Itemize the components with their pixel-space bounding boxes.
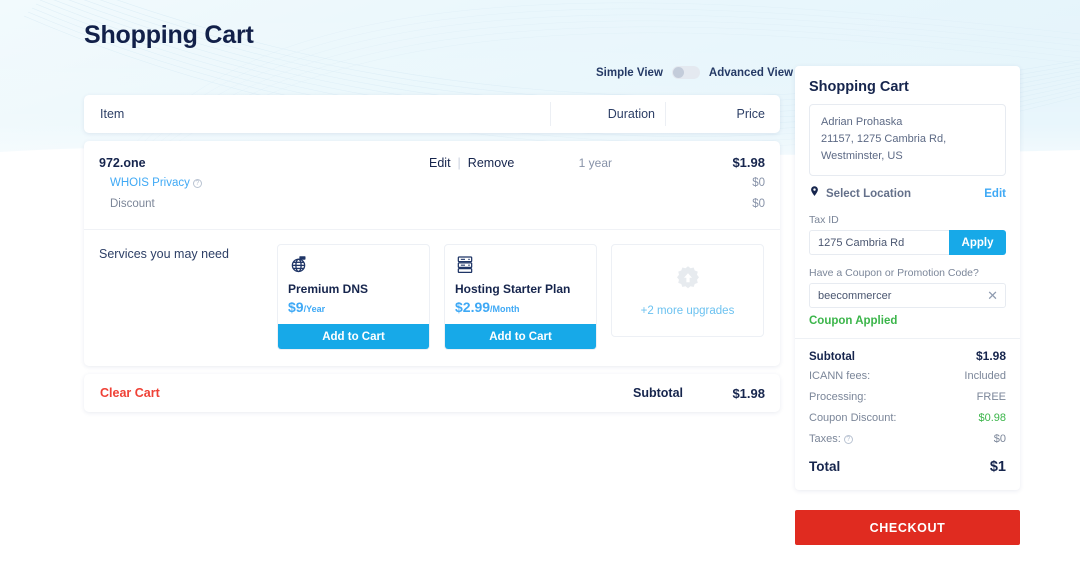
- cart-items-card: 972.one Edit | Remove 1 year $1.98 WHOIS…: [84, 141, 780, 366]
- summary-value: Included: [964, 370, 1006, 382]
- select-location-label: Select Location: [826, 188, 984, 200]
- more-upgrades-label[interactable]: +2 more upgrades: [641, 305, 735, 317]
- summary-row-subtotal: Subtotal $1.98: [809, 349, 1006, 370]
- cart-item-price: $1.98: [665, 155, 765, 170]
- edit-location-link[interactable]: Edit: [984, 188, 1006, 200]
- footer-subtotal-value: $1.98: [707, 386, 765, 401]
- summary-value: $0: [994, 433, 1006, 445]
- total-value: $1: [990, 459, 1006, 475]
- select-location-row[interactable]: Select Location Edit: [795, 176, 1020, 214]
- info-icon[interactable]: ?: [844, 435, 853, 444]
- sidebar-title: Shopping Cart: [795, 66, 1020, 104]
- column-header-item: Item: [84, 107, 550, 121]
- billing-address-box: Adrian Prohaska 21157, 1275 Cambria Rd, …: [809, 104, 1006, 176]
- page-title: Shopping Cart: [84, 21, 254, 50]
- cart-item-actions: Edit | Remove: [429, 156, 539, 170]
- more-upgrades-card[interactable]: +2 more upgrades: [611, 244, 764, 337]
- upsell-section: Services you may need: [84, 229, 780, 366]
- upsell-price-period: /Year: [304, 304, 326, 314]
- summary-row-coupon-discount: Coupon Discount: $0.98: [809, 412, 1006, 433]
- upsell-card-premium-dns[interactable]: Premium DNS $9/Year Add to Cart: [277, 244, 430, 350]
- total-label: Total: [809, 459, 990, 474]
- summary-row-icann-fees: ICANN fees: Included: [809, 370, 1006, 391]
- summary-row-processing: Processing: FREE: [809, 391, 1006, 412]
- cart-footer: Clear Cart Subtotal $1.98: [84, 374, 780, 412]
- coupon-input-row: ✕: [809, 283, 1006, 308]
- upsell-card-price: $2.99/Month: [455, 299, 586, 315]
- address-city: Westminster, US: [821, 148, 994, 165]
- cart-item-discount-row: Discount $0: [99, 198, 765, 219]
- edit-item-link[interactable]: Edit: [429, 156, 451, 170]
- upsell-price-amount: $9: [288, 299, 304, 315]
- remove-item-link[interactable]: Remove: [468, 156, 515, 170]
- summary-value: FREE: [977, 391, 1006, 403]
- toggle-knob: [673, 67, 684, 78]
- info-icon[interactable]: ?: [193, 179, 202, 188]
- summary-row-total: Total $1: [809, 454, 1006, 481]
- advanced-view-label[interactable]: Advanced View: [709, 67, 793, 79]
- tax-id-input[interactable]: [809, 230, 949, 255]
- upsell-price-period: /Month: [490, 304, 520, 314]
- globe-network-icon: [288, 254, 419, 276]
- gear-upgrade-icon: [673, 264, 703, 299]
- upsell-card-body: Premium DNS $9/Year: [278, 245, 429, 324]
- coupon-label: Have a Coupon or Promotion Code?: [809, 267, 1006, 279]
- simple-view-label[interactable]: Simple View: [596, 67, 663, 79]
- summary-value: $1.98: [976, 349, 1006, 363]
- column-header-duration: Duration: [550, 102, 665, 126]
- summary-row-taxes: Taxes:? $0: [809, 433, 1006, 454]
- whois-privacy-link[interactable]: WHOIS Privacy?: [110, 177, 665, 189]
- view-mode-toggle[interactable]: [672, 66, 700, 79]
- address-name: Adrian Prohaska: [821, 114, 994, 131]
- whois-privacy-price: $0: [665, 177, 765, 189]
- action-separator: |: [458, 156, 461, 170]
- discount-price: $0: [665, 198, 765, 210]
- tax-id-label: Tax ID: [809, 214, 1006, 226]
- add-to-cart-button-premium-dns[interactable]: Add to Cart: [278, 324, 429, 349]
- summary-label: Processing:: [809, 391, 977, 403]
- upsell-card-price: $9/Year: [288, 299, 419, 315]
- summary-label: Taxes:?: [809, 433, 994, 445]
- upsell-card-body: Hosting Starter Plan $2.99/Month: [445, 245, 596, 324]
- add-to-cart-button-hosting-starter[interactable]: Add to Cart: [445, 324, 596, 349]
- summary-value: $0.98: [978, 412, 1006, 424]
- cart-item-addon-whois: WHOIS Privacy? $0: [99, 177, 765, 198]
- view-mode-switcher[interactable]: Simple View Advanced View: [596, 66, 793, 79]
- checkout-button[interactable]: CHECKOUT: [795, 510, 1020, 545]
- apply-tax-id-button[interactable]: Apply: [949, 230, 1006, 255]
- map-pin-icon: [809, 184, 820, 203]
- clear-cart-button[interactable]: Clear Cart: [100, 386, 633, 400]
- table-row: 972.one Edit | Remove 1 year $1.98 WHOIS…: [84, 141, 780, 229]
- discount-label: Discount: [110, 198, 665, 210]
- footer-subtotal-label: Subtotal: [633, 386, 683, 400]
- address-street: 21157, 1275 Cambria Rd,: [821, 131, 994, 148]
- cart-item-main-row: 972.one Edit | Remove 1 year $1.98: [99, 155, 765, 177]
- whois-privacy-label: WHOIS Privacy: [110, 177, 190, 189]
- taxes-label-text: Taxes:: [809, 433, 841, 445]
- upsell-title: Services you may need: [99, 244, 277, 261]
- upsell-card-hosting-starter[interactable]: Hosting Starter Plan $2.99/Month Add to …: [444, 244, 597, 350]
- coupon-input[interactable]: [818, 290, 987, 302]
- cart-table-header: Item Duration Price: [84, 95, 780, 133]
- cart-item-name: 972.one: [99, 156, 429, 170]
- upsell-card-list: Premium DNS $9/Year Add to Cart: [277, 244, 764, 350]
- close-icon[interactable]: ✕: [987, 289, 998, 302]
- upsell-card-name: Hosting Starter Plan: [455, 282, 586, 296]
- cart-item-duration: 1 year: [539, 156, 665, 170]
- cart-panel: Item Duration Price 972.one Edit | Remov…: [84, 95, 780, 412]
- tax-id-input-row: Apply: [809, 230, 1006, 255]
- summary-label: Subtotal: [809, 351, 976, 363]
- coupon-status-message: Coupon Applied: [795, 308, 1020, 338]
- coupon-field-group: Have a Coupon or Promotion Code? ✕: [795, 267, 1020, 308]
- tax-id-field-group: Tax ID Apply: [795, 214, 1020, 255]
- summary-label: Coupon Discount:: [809, 412, 978, 424]
- server-rack-icon: [455, 254, 586, 276]
- order-summary-sidebar: Shopping Cart Adrian Prohaska 21157, 127…: [795, 66, 1020, 490]
- column-header-price: Price: [665, 102, 780, 126]
- upsell-card-name: Premium DNS: [288, 282, 419, 296]
- order-summary-list: Subtotal $1.98 ICANN fees: Included Proc…: [795, 338, 1020, 490]
- upsell-price-amount: $2.99: [455, 299, 490, 315]
- summary-label: ICANN fees:: [809, 370, 964, 382]
